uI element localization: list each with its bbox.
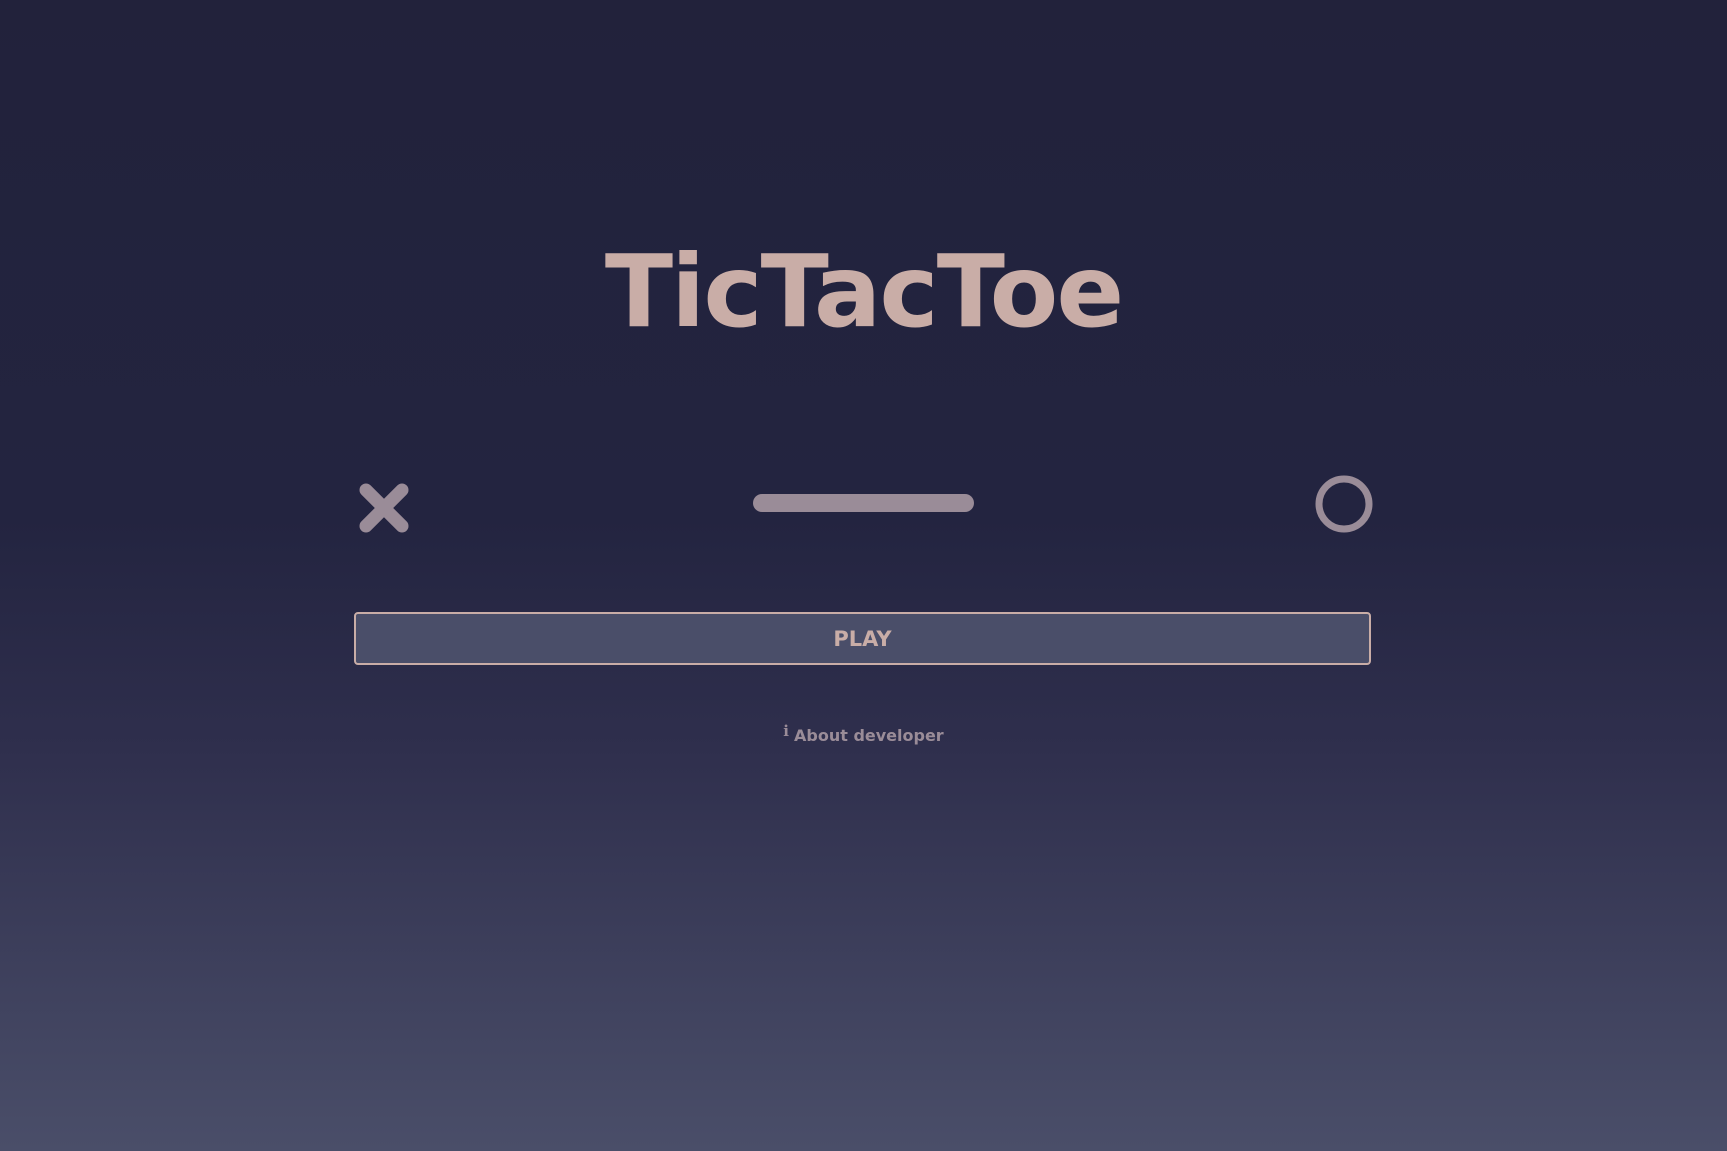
turn-indicator-bar [753,494,974,512]
x-mark-icon [359,483,409,533]
info-icon: i [783,722,789,740]
about-developer-link[interactable]: i About developer [0,722,1727,745]
game-title: TicTacToe [604,233,1124,350]
about-developer-label: About developer [794,726,944,745]
play-button[interactable]: PLAY [354,612,1371,665]
o-circle-icon [1315,475,1373,533]
